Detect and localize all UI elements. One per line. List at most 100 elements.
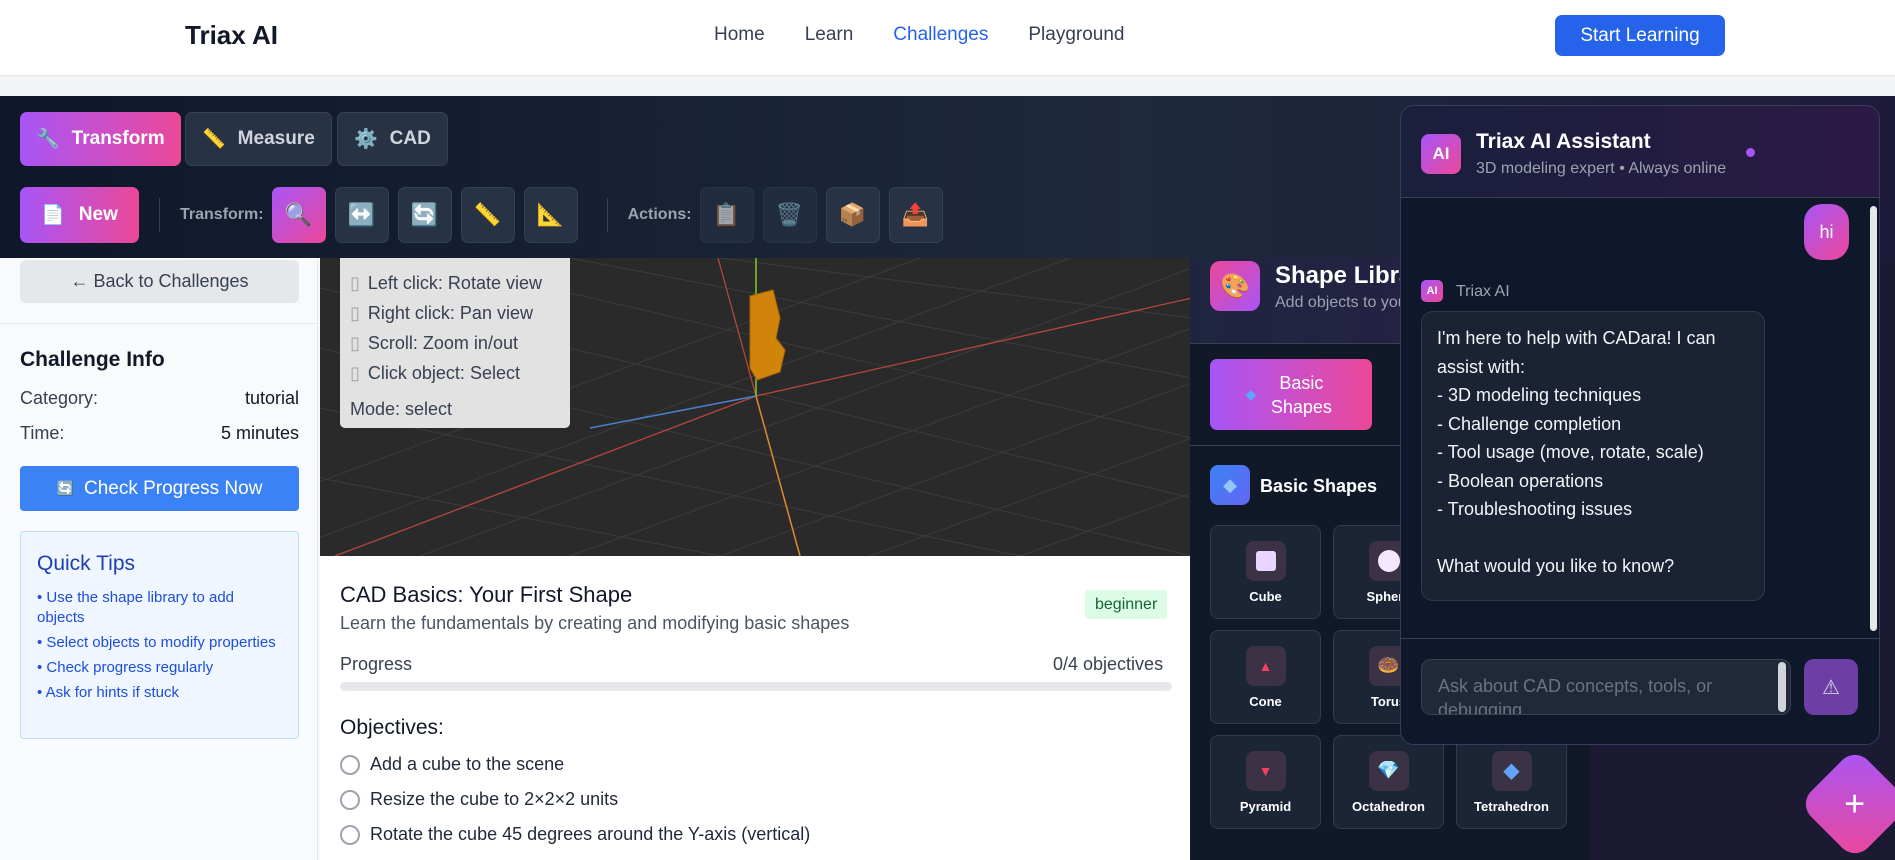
send-button[interactable]: ⚠ — [1804, 659, 1858, 715]
category-label: Category: — [20, 388, 99, 408]
palette-icon: 🎨 — [1210, 261, 1260, 311]
mouse-icon: ▯ — [350, 272, 360, 293]
divider — [0, 323, 318, 324]
category-row: Category: tutorial — [20, 388, 299, 409]
quick-tips-title: Quick Tips — [37, 552, 136, 575]
checkbox-circle-icon[interactable] — [340, 754, 360, 775]
cube-icon — [1245, 540, 1286, 581]
mode-cad-label: CAD — [389, 128, 431, 149]
progress-value: 0/4 objectives — [1053, 654, 1164, 674]
delete-button[interactable]: 🗑️ — [762, 187, 817, 243]
ai-sender-name: Triax AI — [1456, 283, 1510, 300]
quick-tips-panel: Quick Tips • Use the shape library to ad… — [20, 531, 299, 739]
shape-name: Cube — [1249, 588, 1282, 604]
checkbox-circle-icon[interactable] — [340, 789, 360, 810]
pyramid-icon: ▼ — [1245, 750, 1286, 791]
header-divider-band — [0, 76, 1895, 96]
nav-home[interactable]: Home — [714, 24, 765, 46]
rotate-tool-button[interactable]: 🔄 — [397, 187, 452, 243]
select-tool-button[interactable]: 🔍 — [271, 187, 326, 243]
back-to-challenges-button[interactable]: ← Back to Challenges — [20, 260, 299, 303]
chat-header: AI Triax AI Assistant 3D modeling expert… — [1401, 106, 1879, 198]
nav-learn[interactable]: Learn — [805, 24, 854, 46]
challenge-subtitle: Learn the fundamentals by creating and m… — [340, 613, 850, 633]
chat-scrollbar[interactable] — [1870, 206, 1877, 631]
objective-text: Add a cube to the scene — [370, 754, 565, 774]
scale-tool-button[interactable]: 📏 — [460, 187, 515, 243]
blue-diamond-icon: ◆ — [1491, 750, 1532, 791]
mode-transform-label: Transform — [71, 128, 165, 149]
tool-row: 📄 New Transform: 🔍 ↔️ 🔄 📏 📐 Actions: 📋 🗑… — [20, 186, 952, 244]
chat-input[interactable]: Ask about CAD concepts, tools, or debugg… — [1421, 659, 1791, 715]
mode-transform-button[interactable]: 🔧 Transform — [20, 112, 181, 166]
challenge-title: CAD Basics: Your First Shape — [340, 582, 633, 607]
category-value: tutorial — [244, 388, 299, 408]
cube-object[interactable] — [749, 289, 786, 381]
new-label: New — [78, 204, 118, 225]
help-text: Left click: Rotate view — [367, 272, 542, 293]
gem-icon: 💎 — [1368, 750, 1409, 791]
input-scrollbar[interactable] — [1778, 662, 1786, 712]
tip-item: • Use the shape library to add objects — [37, 589, 235, 626]
tip-item: • Select objects to modify properties — [37, 634, 276, 651]
shape-cone-button[interactable]: ▲ Cone — [1210, 630, 1321, 724]
start-learning-button[interactable]: Start Learning — [1555, 15, 1725, 56]
objective-item[interactable]: Rotate the cube 45 degrees around the Y-… — [340, 824, 810, 845]
export-button[interactable]: 📤 — [888, 187, 943, 243]
viewport-help-overlay: ▯ Left click: Rotate view ▯ Right click: P… — [340, 258, 570, 428]
3d-viewport[interactable]: ▯ Left click: Rotate view ▯ Right click: P… — [320, 258, 1192, 556]
mouse-icon: ▯ — [350, 362, 360, 383]
ai-message: I'm here to help with CADara! I can assi… — [1421, 311, 1765, 601]
mode-cad-button[interactable]: ⚙️ CAD — [337, 112, 448, 166]
outbox-icon: 📤 — [901, 202, 930, 227]
magnifier-icon: 🔍 — [284, 202, 313, 227]
ruler-icon: 📏 — [202, 129, 226, 150]
new-button[interactable]: 📄 New — [20, 187, 139, 243]
shape-tetrahedron-button[interactable]: ◆ Tetrahedron — [1456, 735, 1567, 829]
checkbox-circle-icon[interactable] — [340, 824, 360, 845]
move-arrows-icon: ↔️ — [347, 202, 376, 227]
shape-name: Tetrahedron — [1474, 798, 1549, 814]
tip-item: • Check progress regularly — [37, 659, 214, 676]
shape-name: Octahedron — [1352, 798, 1425, 814]
objective-item[interactable]: Resize the cube to 2×2×2 units — [340, 789, 618, 810]
check-progress-label: Check Progress Now — [83, 477, 263, 499]
mode-measure-button[interactable]: 📏 Measure — [185, 112, 332, 166]
brand-logo[interactable]: Triax AI — [185, 20, 278, 51]
tab-basic-shapes[interactable]: ◆ Basic Shapes — [1210, 359, 1372, 430]
diamond-icon: ◆ — [1245, 386, 1257, 402]
angle-tool-button[interactable]: 📐 — [523, 187, 578, 243]
move-tool-button[interactable]: ↔️ — [334, 187, 389, 243]
basic-shapes-heading: Basic Shapes — [1260, 476, 1378, 496]
gear-icon: ⚙️ — [354, 129, 378, 150]
challenge-sidebar: ← Back to Challenges Challenge Info Cate… — [0, 258, 318, 860]
shape-cube-button[interactable]: Cube — [1210, 525, 1321, 619]
rotate-icon: 🔄 — [410, 202, 439, 227]
mouse-icon: ▯ — [350, 302, 360, 323]
copy-button[interactable]: 📋 — [699, 187, 754, 243]
tip-item: • Ask for hints if stuck — [37, 684, 179, 701]
help-line: ▯ Click object: Select — [350, 358, 560, 388]
help-text: Click object: Select — [367, 362, 520, 383]
ruler-icon: 📏 — [473, 202, 502, 227]
document-icon: 📄 — [41, 205, 65, 226]
time-label: Time: — [20, 423, 65, 443]
shape-name: Cone — [1249, 693, 1282, 709]
nav-playground[interactable]: Playground — [1028, 24, 1124, 46]
user-message: hi — [1804, 204, 1849, 260]
shape-octahedron-button[interactable]: 💎 Octahedron — [1333, 735, 1444, 829]
toolbar-separator — [606, 198, 608, 232]
import-button[interactable]: 📦 — [825, 187, 880, 243]
shape-pyramid-button[interactable]: ▼ Pyramid — [1210, 735, 1321, 829]
objectives-title: Objectives: — [340, 716, 444, 739]
nav-challenges[interactable]: Challenges — [893, 24, 988, 46]
check-progress-button[interactable]: 🔄 Check Progress Now — [20, 466, 299, 511]
objective-item[interactable]: Add a cube to the scene — [340, 754, 564, 775]
help-line: ▯ Right click: Pan view — [350, 298, 560, 328]
time-row: Time: 5 minutes — [20, 423, 299, 444]
mode-measure-label: Measure — [237, 128, 315, 149]
cone-icon: ▲ — [1245, 645, 1286, 686]
triangle-ruler-icon: 📐 — [536, 202, 565, 227]
help-text: Right click: Pan view — [367, 302, 533, 323]
online-status-dot — [1746, 148, 1755, 157]
